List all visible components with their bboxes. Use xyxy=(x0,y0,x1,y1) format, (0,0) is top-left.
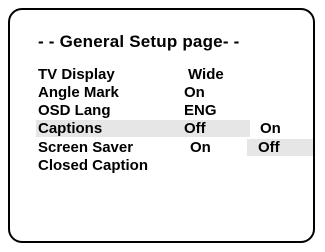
menu-item-label: Closed Caption xyxy=(38,157,149,174)
menu-item-value: On xyxy=(184,84,205,101)
menu-item-label: TV Display xyxy=(38,66,115,83)
menu-item-value: ENG xyxy=(184,102,217,119)
menu-item-value: Off xyxy=(184,120,206,137)
submenu-option-off[interactable]: Off xyxy=(258,139,280,156)
menu-item-value: On xyxy=(190,139,211,156)
submenu-option-off-highlight xyxy=(247,139,313,156)
page-title: - - General Setup page- - xyxy=(38,32,240,51)
menu-item-label: OSD Lang xyxy=(38,102,111,119)
menu-item-label: Angle Mark xyxy=(38,84,119,101)
menu-item-value: Wide xyxy=(188,66,224,83)
submenu-option-on[interactable]: On xyxy=(260,120,281,137)
menu-item-label: Screen Saver xyxy=(38,139,134,156)
menu-item-label: Captions xyxy=(38,120,103,137)
